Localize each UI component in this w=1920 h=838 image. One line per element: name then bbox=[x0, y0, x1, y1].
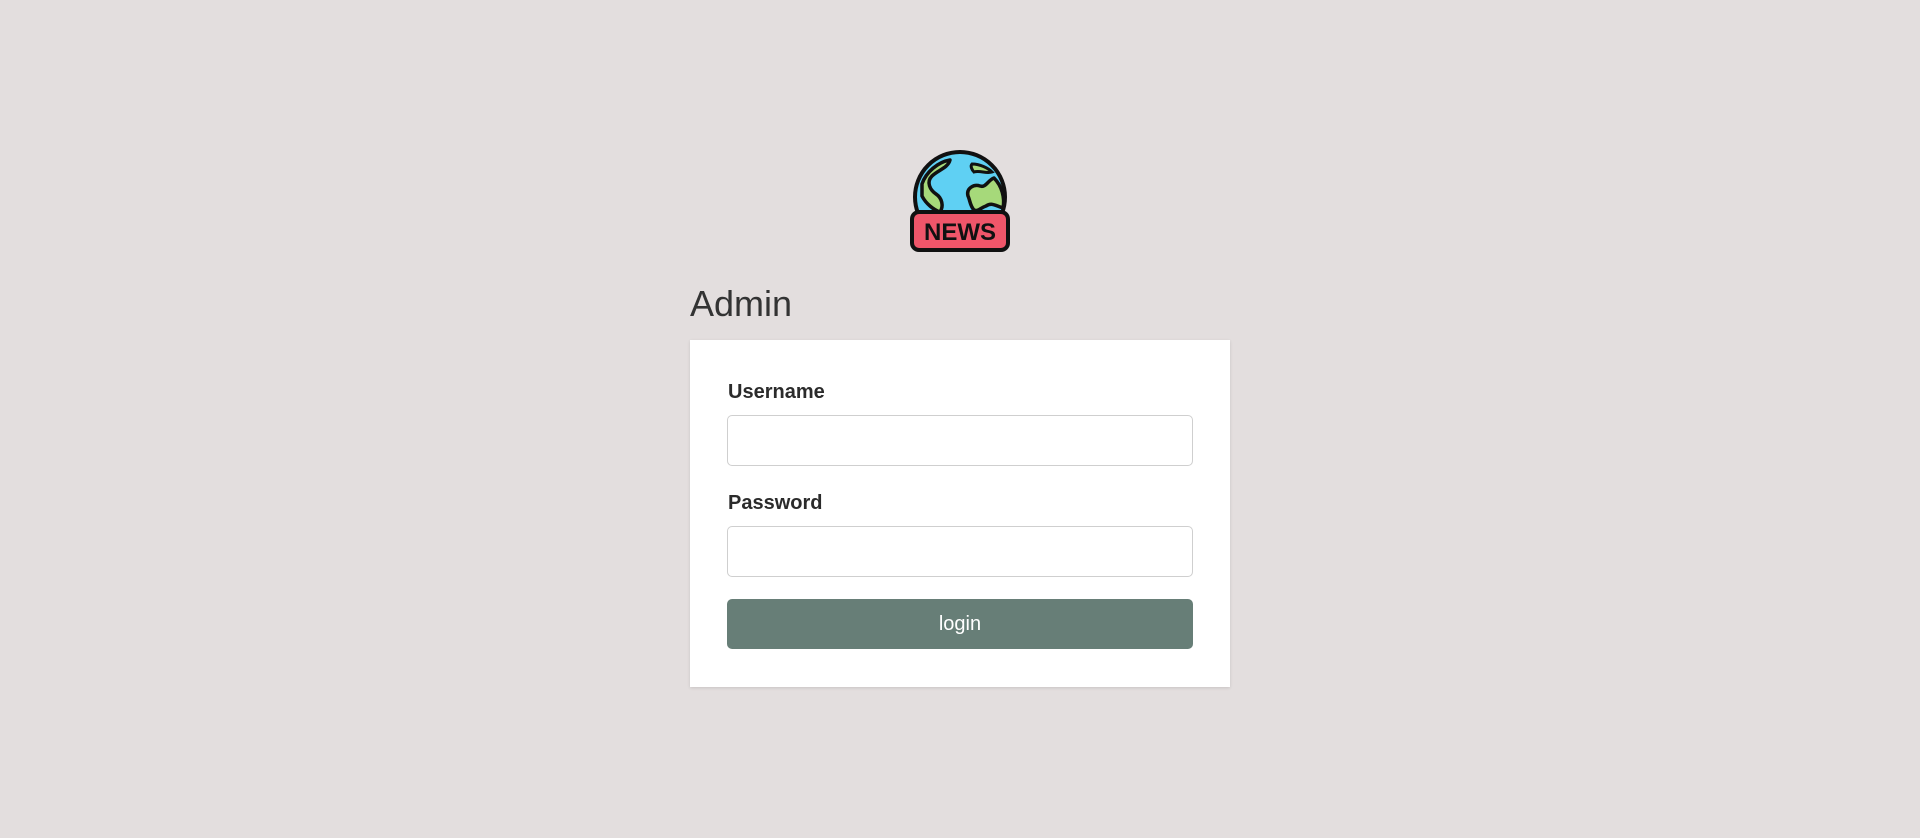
login-form: Username Password login bbox=[690, 340, 1230, 687]
username-input[interactable] bbox=[727, 415, 1193, 466]
logo-text: NEWS bbox=[924, 219, 996, 246]
login-button[interactable]: login bbox=[727, 599, 1193, 649]
globe-news-icon: NEWS bbox=[910, 150, 1010, 252]
password-input[interactable] bbox=[727, 526, 1193, 577]
news-globe-logo: NEWS bbox=[908, 150, 1012, 254]
password-label: Password bbox=[728, 492, 823, 514]
page-title: Admin bbox=[690, 283, 793, 324]
username-label: Username bbox=[728, 381, 825, 403]
